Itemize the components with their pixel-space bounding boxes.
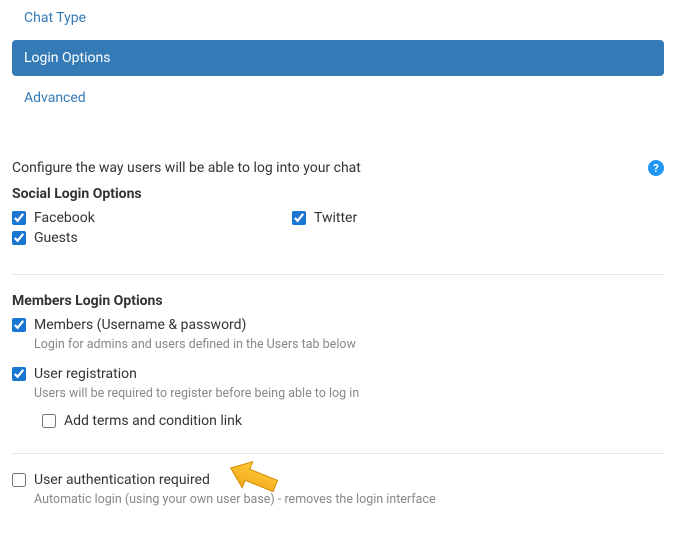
twitter-label[interactable]: Twitter bbox=[314, 210, 357, 226]
twitter-checkbox[interactable] bbox=[292, 211, 306, 225]
members-label[interactable]: Members (Username & password) bbox=[34, 317, 246, 333]
registration-checkbox[interactable] bbox=[12, 367, 26, 381]
social-login-title: Social Login Options bbox=[12, 186, 664, 202]
facebook-label[interactable]: Facebook bbox=[34, 210, 95, 226]
members-desc: Login for admins and users defined in th… bbox=[34, 337, 664, 352]
members-login-title: Members Login Options bbox=[12, 293, 664, 309]
help-icon[interactable]: ? bbox=[648, 160, 664, 176]
terms-checkbox[interactable] bbox=[42, 414, 56, 428]
facebook-checkbox[interactable] bbox=[12, 211, 26, 225]
guests-label[interactable]: Guests bbox=[34, 230, 78, 246]
auth-required-checkbox[interactable] bbox=[12, 473, 26, 487]
tab-login-options[interactable]: Login Options bbox=[12, 40, 664, 76]
tab-chat-type[interactable]: Chat Type bbox=[12, 0, 664, 36]
terms-label[interactable]: Add terms and condition link bbox=[64, 413, 242, 429]
auth-required-label[interactable]: User authentication required bbox=[34, 472, 210, 488]
tab-advanced[interactable]: Advanced bbox=[12, 80, 664, 116]
members-checkbox[interactable] bbox=[12, 318, 26, 332]
registration-desc: Users will be required to register befor… bbox=[34, 386, 664, 401]
divider-1 bbox=[12, 274, 664, 275]
guests-checkbox[interactable] bbox=[12, 231, 26, 245]
registration-label[interactable]: User registration bbox=[34, 366, 137, 382]
config-intro-text: Configure the way users will be able to … bbox=[12, 160, 361, 176]
auth-required-desc: Automatic login (using your own user bas… bbox=[34, 492, 664, 507]
divider-2 bbox=[12, 453, 664, 454]
